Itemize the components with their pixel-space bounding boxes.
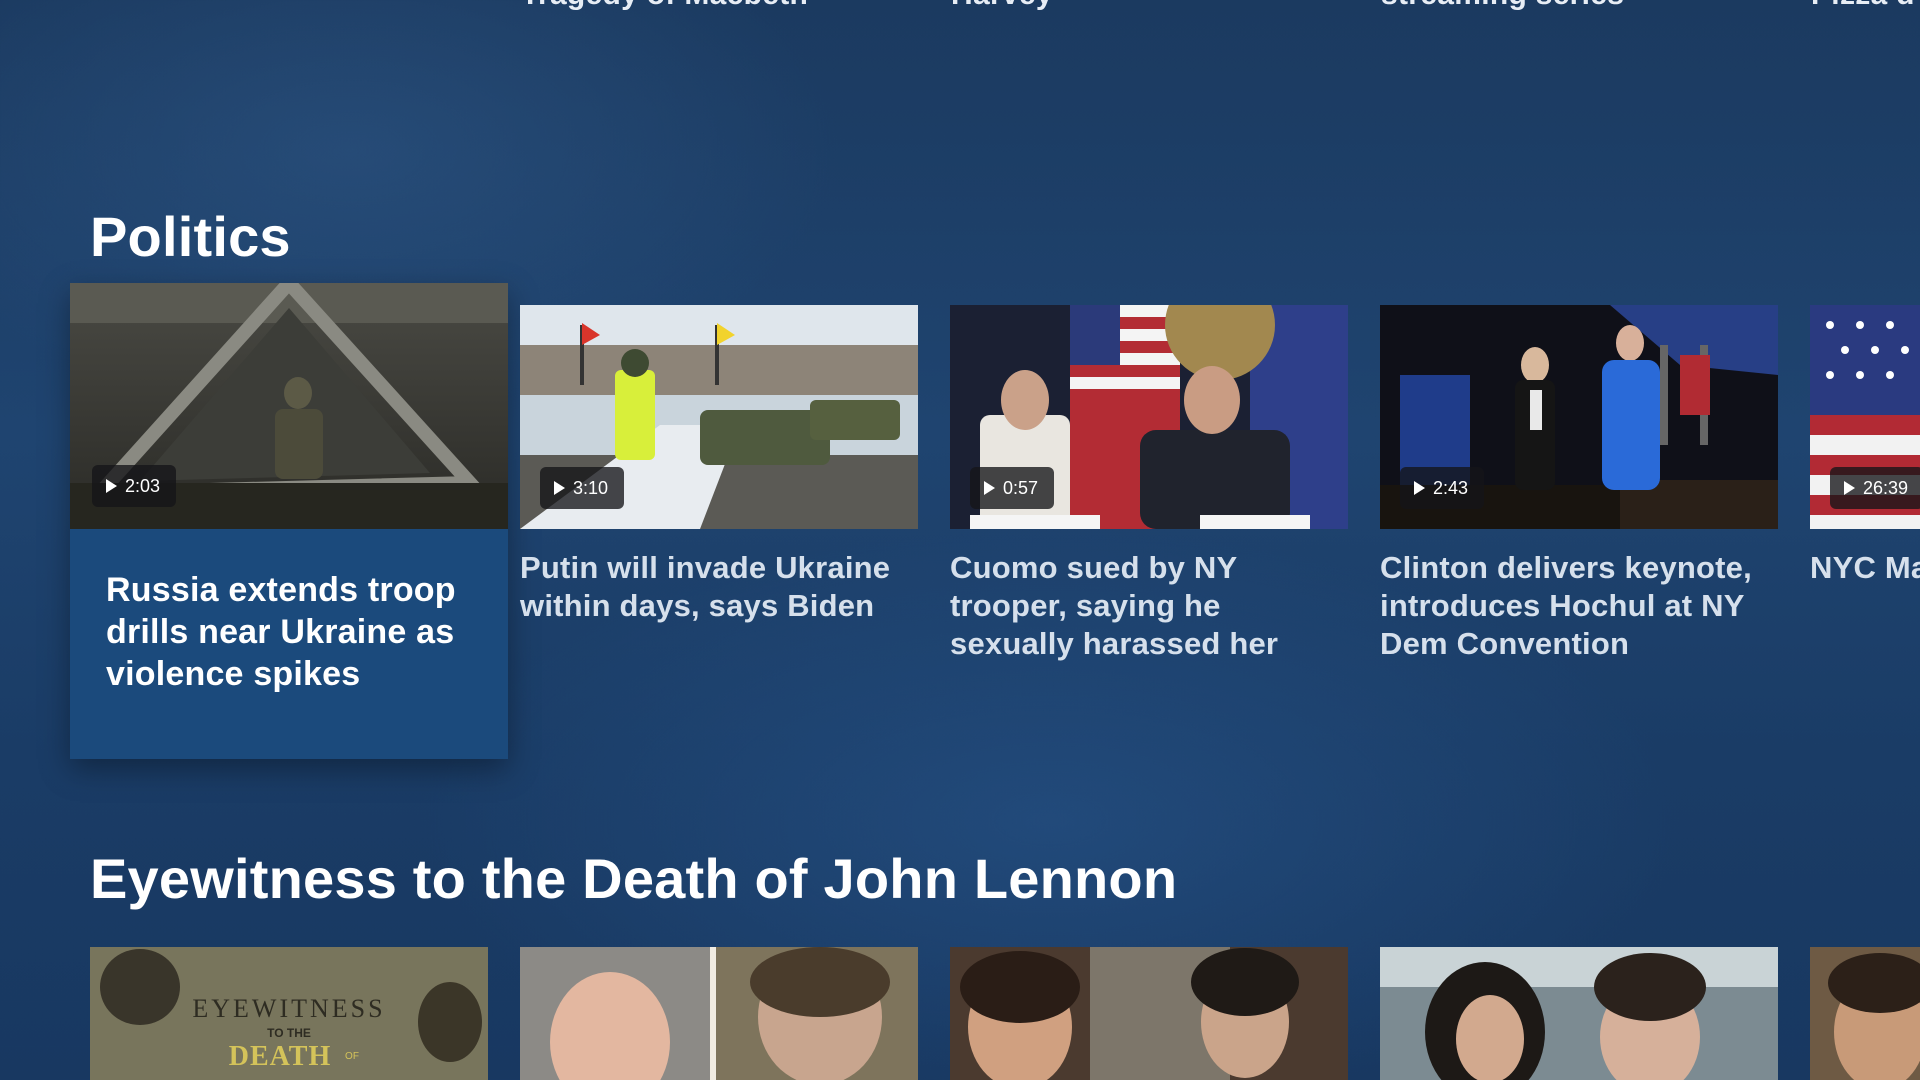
play-icon	[1844, 481, 1855, 495]
video-thumbnail: 2:03	[70, 283, 508, 529]
duration-badge: 26:39	[1830, 467, 1920, 509]
video-card[interactable]: 3:10 Putin will invade Ukraine within da…	[520, 305, 918, 625]
card-title[interactable]: Harvey	[951, 0, 1053, 12]
video-thumbnail: EYEWITNESS TO THE DEATH OF	[90, 947, 488, 1080]
video-card[interactable]	[1810, 947, 1920, 1080]
video-thumbnail	[950, 947, 1348, 1080]
video-card[interactable]: 0:57 Cuomo sued by NY trooper, saying he…	[950, 305, 1348, 663]
card-title[interactable]: Pizza d	[1811, 0, 1915, 12]
previous-row: Tragedy of Macbeth Harvey streaming seri…	[0, 0, 1920, 40]
play-icon	[1414, 481, 1425, 495]
video-card[interactable]	[950, 947, 1348, 1080]
video-card[interactable]: EYEWITNESS TO THE DEATH OF	[90, 947, 488, 1080]
duration-badge: 3:10	[540, 467, 625, 509]
duration-text: 2:43	[1433, 477, 1469, 498]
duration-text: 26:39	[1863, 477, 1909, 498]
play-icon	[106, 479, 117, 493]
video-thumbnail	[1380, 947, 1778, 1080]
video-card[interactable]: 26:39 NYC Ma out firs adminis	[1810, 305, 1920, 587]
video-thumbnail: 2:43	[1380, 305, 1778, 529]
video-title: Putin will invade Ukraine within days, s…	[520, 550, 891, 623]
video-thumbnail	[520, 947, 918, 1080]
duration-badge: 0:57	[970, 467, 1055, 509]
video-thumbnail	[1810, 947, 1920, 1080]
duration-text: 2:03	[125, 475, 161, 496]
play-icon	[984, 481, 995, 495]
video-title: NYC Ma out firs adminis	[1810, 550, 1920, 585]
video-thumbnail: 3:10	[520, 305, 918, 529]
section-title-politics: Politics	[90, 205, 291, 268]
card-title[interactable]: Tragedy of Macbeth	[521, 0, 808, 12]
section-title-lennon: Eyewitness to the Death of John Lennon	[90, 847, 1178, 910]
card-title[interactable]: streaming series	[1381, 0, 1624, 12]
video-card[interactable]: 2:43 Clinton delivers keynote, introduce…	[1380, 305, 1778, 663]
duration-badge: 2:43	[1400, 467, 1485, 509]
video-title: Cuomo sued by NY trooper, saying he sexu…	[950, 550, 1279, 661]
logo-line: TO THE	[267, 1026, 311, 1040]
logo-line: EYEWITNESS	[192, 994, 385, 1023]
logo-line: DEATH	[229, 1041, 332, 1072]
video-title: Clinton delivers keynote, introduces Hoc…	[1380, 550, 1752, 661]
duration-text: 0:57	[1003, 477, 1039, 498]
duration-text: 3:10	[573, 477, 609, 498]
video-card-focused[interactable]: 2:03 Russia extends troop drills near Uk…	[70, 283, 508, 759]
play-icon	[554, 481, 565, 495]
duration-badge: 2:03	[92, 465, 177, 507]
video-thumbnail: 0:57	[950, 305, 1348, 529]
video-title: Russia extends troop drills near Ukraine…	[106, 571, 456, 693]
video-thumbnail: 26:39	[1810, 305, 1920, 529]
video-card[interactable]	[1380, 947, 1778, 1080]
logo-line: OF	[345, 1051, 359, 1062]
video-card[interactable]	[520, 947, 918, 1080]
